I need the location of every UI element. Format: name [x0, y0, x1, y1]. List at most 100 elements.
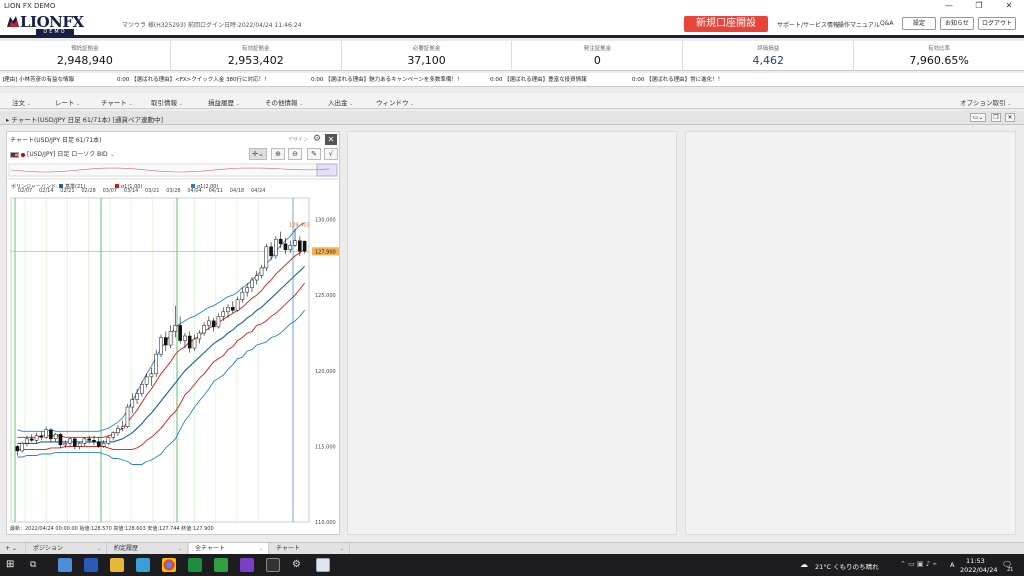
- y-tick-label: 115.000: [315, 444, 336, 450]
- empty-panel-right: [685, 131, 1016, 535]
- menu-order[interactable]: 注文: [12, 97, 31, 107]
- user-name: マツウラ 様(H325293): [122, 22, 187, 29]
- qa-link[interactable]: Q&A: [880, 20, 894, 27]
- zoom-out-icon[interactable]: ⊖: [288, 148, 302, 160]
- menu-other-info[interactable]: その他情報: [265, 97, 303, 107]
- window-menu-icon[interactable]: ▭⌄: [970, 113, 986, 122]
- candle: [106, 437, 111, 444]
- y-tick-label: 110.000: [315, 520, 336, 526]
- candle: [293, 240, 297, 246]
- app-icon-4[interactable]: [240, 558, 254, 572]
- ticker-item[interactable]: 0:00 【選ばれる理由】<FX>クイック入金 380行に対応！！: [117, 73, 270, 86]
- navigator-strip: [8, 163, 338, 177]
- ticker-item[interactable]: 0:00 【選ばれる理由】魅力あるキャンペーンを多数準備！！: [311, 73, 462, 86]
- close-icon[interactable]: ✕: [994, 0, 1024, 12]
- chrome-icon[interactable]: [162, 558, 176, 572]
- candle: [173, 325, 178, 332]
- clock-time[interactable]: 11:53: [966, 557, 985, 565]
- candle: [120, 426, 125, 429]
- app-icon-3[interactable]: [214, 558, 228, 572]
- candle: [211, 320, 216, 328]
- y-tick-label: 130.000: [315, 218, 336, 224]
- news-ticker: ]理由] 小林芳彦の有益な情報 0:00 【選ばれる理由】<FX>クイック入金 …: [0, 73, 1024, 87]
- new-account-button[interactable]: 新規口座開設: [684, 16, 768, 32]
- x-tick-label: 03/28: [166, 188, 180, 194]
- candle: [192, 338, 197, 349]
- input-lang[interactable]: A: [950, 561, 954, 569]
- candle: [125, 406, 130, 427]
- candle: [269, 246, 273, 257]
- menu-trade-info[interactable]: 取引情報: [151, 97, 183, 107]
- crosshair-tool[interactable]: ✛⌄: [249, 148, 267, 160]
- window-close-icon[interactable]: ✕: [1005, 113, 1015, 122]
- candle: [278, 238, 283, 245]
- logo-demo: DEMO: [36, 29, 74, 35]
- pen-icon[interactable]: ✎: [307, 148, 321, 160]
- menu-option-trading[interactable]: オプション取引: [960, 97, 1011, 107]
- window-title: LION FX DEMO: [4, 2, 56, 10]
- tray-icons[interactable]: ⌃ ▭ ▣ ♪ ⌁: [900, 560, 937, 568]
- candle: [96, 441, 101, 447]
- candle: [226, 307, 230, 313]
- support-link[interactable]: サポート/サービス情報: [777, 20, 839, 29]
- logout-button[interactable]: ログアウト: [978, 17, 1016, 30]
- app-icon-2[interactable]: [136, 558, 150, 572]
- explorer-icon[interactable]: [110, 558, 124, 572]
- settings-gear-icon[interactable]: ⚙: [292, 558, 306, 572]
- ticker-item[interactable]: 0:00 【選ばれる理由】常に進化！！: [632, 73, 723, 86]
- weather-text[interactable]: 21°C くもりのち晴れ: [815, 561, 879, 571]
- manual-link[interactable]: 操作マニュアル: [838, 20, 880, 29]
- design-link[interactable]: デザイン: [288, 136, 308, 143]
- menu-chart[interactable]: チャート: [101, 97, 133, 107]
- menu-deposit[interactable]: 入出金: [328, 97, 353, 107]
- pair-select[interactable]: [USD/JPY] 日足 ローソク BID ⌄: [10, 149, 115, 161]
- candle: [197, 332, 202, 340]
- ticker-item[interactable]: 0:00 【選ばれる理由】豊富な投資情報: [490, 73, 587, 86]
- main-menu: 注文 レート チャート 取引情報 損益履歴 その他情報 入出金 ウィンドウ オプ…: [0, 93, 1024, 109]
- window-restore-icon[interactable]: ❐: [991, 113, 1001, 122]
- candle: [250, 279, 254, 288]
- summary-effective: 有効証拠金 2,953,402: [171, 41, 342, 70]
- x-tick-label: 04/24: [251, 188, 265, 194]
- candle: [202, 325, 206, 334]
- high-label: 129.403: [289, 223, 310, 229]
- indicator-icon[interactable]: √: [324, 148, 338, 160]
- close-icon[interactable]: ✕: [325, 134, 337, 145]
- settings-button[interactable]: 設定: [902, 17, 936, 30]
- menu-pnl-history[interactable]: 損益履歴: [208, 97, 240, 107]
- zoom-in-icon[interactable]: ⊕: [271, 148, 285, 160]
- chart-footer: 最新：2022/04/24 00:00:00 始値:128.570 高値:128…: [10, 525, 214, 532]
- candle: [68, 438, 72, 444]
- maximize-icon[interactable]: ❐: [964, 0, 994, 12]
- notice-button[interactable]: お知らせ: [940, 17, 974, 30]
- lionfx-logo: LIONFX DEMO: [6, 13, 86, 35]
- gear-icon[interactable]: ⚙: [312, 134, 322, 144]
- minimize-icon[interactable]: —: [934, 0, 964, 12]
- candle: [140, 384, 144, 394]
- app-icon-1[interactable]: [58, 558, 72, 572]
- pair-select-label: [USD/JPY] 日足 ローソク BID: [27, 151, 108, 158]
- menu-rate[interactable]: レート: [55, 97, 80, 107]
- x-tick-label: 04/18: [230, 188, 244, 194]
- word-icon[interactable]: [84, 558, 98, 572]
- candle: [34, 435, 39, 441]
- summary-required: 必要証拠金 37,100: [342, 41, 513, 70]
- task-view-icon[interactable]: ⧉: [30, 558, 44, 572]
- candle: [159, 337, 163, 355]
- lionfx-taskbar-icon[interactable]: [316, 558, 330, 572]
- sheets-icon[interactable]: [188, 558, 202, 572]
- account-summary: 預託証拠金 2,948,940 有効証拠金 2,953,402 必要証拠金 37,10…: [0, 41, 1024, 71]
- plot-area: [10, 197, 310, 523]
- price-chart[interactable]: ボリンジャーバンド: 基準(21) σ1(1.00) σ1(2.00)02/07 02/…: [7, 162, 339, 534]
- summary-deposit: 預託証拠金 2,948,940: [0, 41, 171, 70]
- candle: [230, 307, 235, 311]
- ticker-item[interactable]: ]理由] 小林芳彦の有益な情報: [2, 73, 74, 86]
- clock-date[interactable]: 2022/04/24: [960, 566, 997, 574]
- candle: [240, 291, 245, 300]
- candle: [73, 438, 77, 447]
- app-icon-5[interactable]: [266, 558, 280, 572]
- x-tick-label: 03/21: [145, 188, 159, 194]
- windows-start-icon[interactable]: ⊞: [6, 558, 20, 572]
- chevron-down-icon: ⌄: [109, 151, 115, 158]
- menu-window[interactable]: ウィンドウ: [376, 97, 414, 107]
